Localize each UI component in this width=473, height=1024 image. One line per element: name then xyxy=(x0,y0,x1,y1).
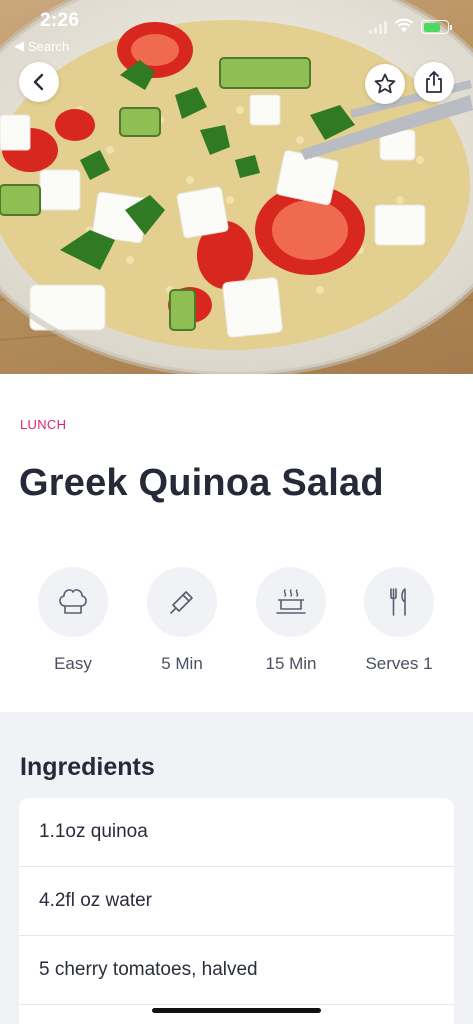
stat-servings: Serves 1 xyxy=(349,567,449,674)
home-indicator[interactable] xyxy=(152,1008,321,1013)
ingredients-title: Ingredients xyxy=(20,753,155,781)
fork-knife-icon xyxy=(390,588,406,616)
recipe-title: Greek Quinoa Salad xyxy=(19,462,384,504)
stat-label: 15 Min xyxy=(265,654,317,673)
ingredient-item: 1.1oz quinoa xyxy=(19,798,454,867)
stat-difficulty: Easy xyxy=(23,567,123,674)
chevron-left-icon xyxy=(33,73,44,91)
wifi-icon xyxy=(394,18,414,32)
stat-label: Easy xyxy=(54,654,92,673)
salad-photo xyxy=(0,0,473,374)
ingredients-section: Ingredients 1.1oz quinoa 4.2fl oz water … xyxy=(0,712,473,1024)
share-icon xyxy=(426,71,442,93)
chef-hat-icon xyxy=(59,589,87,614)
share-button[interactable] xyxy=(414,62,454,102)
recipe-hero-image: 2:26 ◀ Search xyxy=(0,0,473,374)
status-time: 2:26 xyxy=(40,10,80,31)
ingredients-list: 1.1oz quinoa 4.2fl oz water 5 cherry tom… xyxy=(19,798,454,1024)
status-bar: 2:26 ◀ Search xyxy=(0,0,473,56)
recipe-category[interactable]: LUNCH xyxy=(20,417,66,432)
recipe-header: LUNCH Greek Quinoa Salad Easy 5 Min 15 M… xyxy=(0,374,473,712)
star-icon xyxy=(374,73,396,94)
ingredient-item: 5 cherry tomatoes, halved xyxy=(19,936,454,1005)
knife-icon xyxy=(170,591,193,614)
stat-prep-time: 5 Min xyxy=(132,567,232,674)
cooking-pot-icon xyxy=(276,589,306,614)
back-button[interactable] xyxy=(19,62,59,102)
cellular-signal-icon xyxy=(369,20,387,34)
battery-icon xyxy=(421,20,452,34)
recipe-stats: Easy 5 Min 15 Min Serves 1 xyxy=(0,567,473,677)
ingredient-item: 4.2fl oz water xyxy=(19,867,454,936)
stat-label: 5 Min xyxy=(161,654,203,673)
back-to-app-label: Search xyxy=(28,38,70,54)
stat-cook-time: 15 Min xyxy=(241,567,341,674)
back-to-app-link[interactable]: ◀ Search xyxy=(14,38,69,54)
back-triangle-icon: ◀ xyxy=(14,38,24,53)
favorite-button[interactable] xyxy=(365,64,405,104)
stat-label: Serves 1 xyxy=(365,654,433,673)
